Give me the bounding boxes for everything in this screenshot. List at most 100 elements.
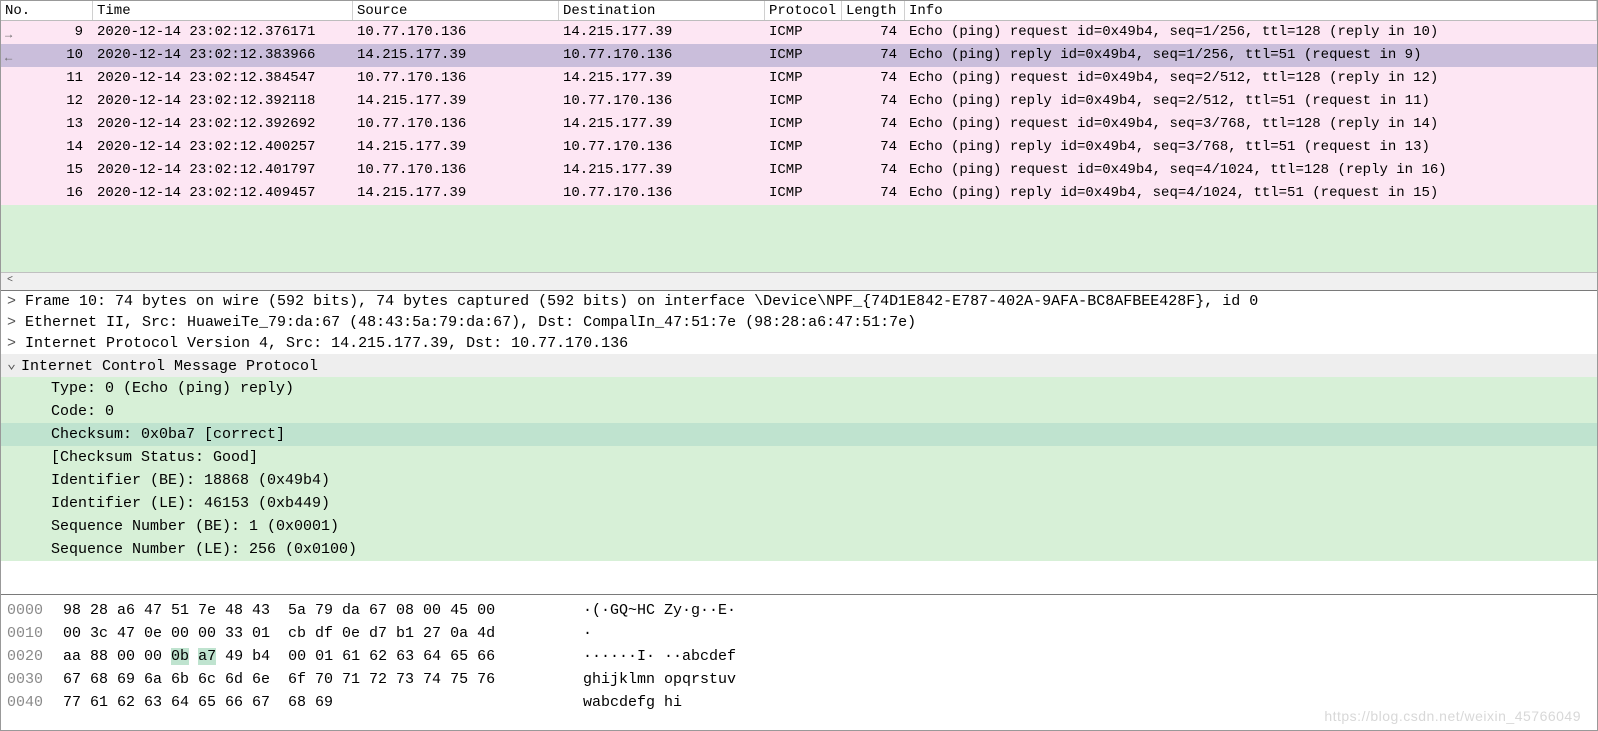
- cell-info: Echo (ping) reply id=0x49b4, seq=3/768, …: [905, 136, 1597, 159]
- cell-src: 10.77.170.136: [353, 159, 559, 182]
- packet-row[interactable]: 142020-12-14 23:02:12.40025714.215.177.3…: [1, 136, 1597, 159]
- cell-dst: 10.77.170.136: [559, 182, 765, 205]
- col-header-dst[interactable]: Destination: [559, 1, 765, 20]
- cell-proto: ICMP: [765, 159, 842, 182]
- tree-frame[interactable]: Frame 10: 74 bytes on wire (592 bits), 7…: [1, 291, 1597, 312]
- cell-info: Echo (ping) request id=0x49b4, seq=2/512…: [905, 67, 1597, 90]
- hex-offset: 0040: [7, 691, 63, 714]
- cell-len: 74: [842, 67, 905, 90]
- cell-src: 10.77.170.136: [353, 113, 559, 136]
- cell-len: 74: [842, 113, 905, 136]
- hex-ascii: ·: [583, 622, 592, 645]
- col-header-info[interactable]: Info: [905, 1, 1597, 20]
- col-header-no[interactable]: No.: [1, 1, 93, 20]
- hex-bytes: aa 88 00 00 0b a7 49 b4 00 01 61 62 63 6…: [63, 645, 583, 668]
- cell-time: 2020-12-14 23:02:12.383966: [93, 44, 353, 67]
- cell-proto: ICMP: [765, 67, 842, 90]
- packet-row[interactable]: 122020-12-14 23:02:12.39211814.215.177.3…: [1, 90, 1597, 113]
- tree-ethernet[interactable]: Ethernet II, Src: HuaweiTe_79:da:67 (48:…: [1, 312, 1597, 333]
- hex-row[interactable]: 003067 68 69 6a 6b 6c 6d 6e 6f 70 71 72 …: [7, 668, 1591, 691]
- tree-field[interactable]: Code: 0: [1, 400, 1597, 423]
- hex-bytes: 67 68 69 6a 6b 6c 6d 6e 6f 70 71 72 73 7…: [63, 668, 583, 691]
- packet-details-pane[interactable]: Frame 10: 74 bytes on wire (592 bits), 7…: [1, 291, 1597, 595]
- cell-src: 10.77.170.136: [353, 67, 559, 90]
- hex-row[interactable]: 0020aa 88 00 00 0b a7 49 b4 00 01 61 62 …: [7, 645, 1591, 668]
- cell-len: 74: [842, 44, 905, 67]
- cell-no: 12: [1, 90, 93, 113]
- wireshark-window: No. Time Source Destination Protocol Len…: [0, 0, 1598, 731]
- hex-ascii: ghijklmn opqrstuv: [583, 668, 736, 691]
- packet-row[interactable]: →92020-12-14 23:02:12.37617110.77.170.13…: [1, 21, 1597, 44]
- cell-len: 74: [842, 136, 905, 159]
- cell-info: Echo (ping) request id=0x49b4, seq=1/256…: [905, 21, 1597, 44]
- cell-len: 74: [842, 159, 905, 182]
- hex-row[interactable]: 004077 61 62 63 64 65 66 67 68 69wabcdef…: [7, 691, 1591, 714]
- cell-proto: ICMP: [765, 136, 842, 159]
- hex-offset: 0030: [7, 668, 63, 691]
- cell-len: 74: [842, 90, 905, 113]
- cell-info: Echo (ping) request id=0x49b4, seq=4/102…: [905, 159, 1597, 182]
- cell-info: Echo (ping) reply id=0x49b4, seq=4/1024,…: [905, 182, 1597, 205]
- cell-no: 14: [1, 136, 93, 159]
- tree-field[interactable]: Sequence Number (LE): 256 (0x0100): [1, 538, 1597, 561]
- tree-field[interactable]: Identifier (BE): 18868 (0x49b4): [1, 469, 1597, 492]
- tree-ip[interactable]: Internet Protocol Version 4, Src: 14.215…: [1, 333, 1597, 354]
- cell-no: 16: [1, 182, 93, 205]
- cell-time: 2020-12-14 23:02:12.384547: [93, 67, 353, 90]
- tree-field[interactable]: [Checksum Status: Good]: [1, 446, 1597, 469]
- packet-bytes-pane[interactable]: 000098 28 a6 47 51 7e 48 43 5a 79 da 67 …: [1, 595, 1597, 730]
- cell-time: 2020-12-14 23:02:12.392118: [93, 90, 353, 113]
- cell-no: 13: [1, 113, 93, 136]
- hex-ascii: ·(·GQ~HC Zy·g··E·: [583, 599, 736, 622]
- hex-bytes: 77 61 62 63 64 65 66 67 68 69: [63, 691, 583, 714]
- packet-row[interactable]: ←102020-12-14 23:02:12.38396614.215.177.…: [1, 44, 1597, 67]
- packet-list-body[interactable]: →92020-12-14 23:02:12.37617110.77.170.13…: [1, 21, 1597, 272]
- packet-row[interactable]: 112020-12-14 23:02:12.38454710.77.170.13…: [1, 67, 1597, 90]
- cell-time: 2020-12-14 23:02:12.376171: [93, 21, 353, 44]
- packet-list-hscroll[interactable]: <: [1, 272, 1597, 290]
- cell-proto: ICMP: [765, 113, 842, 136]
- tree-field[interactable]: Identifier (LE): 46153 (0xb449): [1, 492, 1597, 515]
- cell-no: 10: [1, 44, 93, 67]
- tree-field[interactable]: Sequence Number (BE): 1 (0x0001): [1, 515, 1597, 538]
- tree-icmp[interactable]: Internet Control Message Protocol: [1, 354, 1597, 377]
- col-header-time[interactable]: Time: [93, 1, 353, 20]
- hex-offset: 0010: [7, 622, 63, 645]
- cell-dst: 10.77.170.136: [559, 90, 765, 113]
- cell-dst: 14.215.177.39: [559, 67, 765, 90]
- hex-bytes: 98 28 a6 47 51 7e 48 43 5a 79 da 67 08 0…: [63, 599, 583, 622]
- hex-row[interactable]: 001000 3c 47 0e 00 00 33 01 cb df 0e d7 …: [7, 622, 1591, 645]
- tree-field[interactable]: Checksum: 0x0ba7 [correct]: [1, 423, 1597, 446]
- cell-info: Echo (ping) reply id=0x49b4, seq=1/256, …: [905, 44, 1597, 67]
- cell-src: 14.215.177.39: [353, 44, 559, 67]
- cell-proto: ICMP: [765, 21, 842, 44]
- cell-time: 2020-12-14 23:02:12.392692: [93, 113, 353, 136]
- col-header-len[interactable]: Length: [842, 1, 905, 20]
- cell-dst: 10.77.170.136: [559, 44, 765, 67]
- packet-row[interactable]: 152020-12-14 23:02:12.40179710.77.170.13…: [1, 159, 1597, 182]
- packet-list-pane: No. Time Source Destination Protocol Len…: [1, 1, 1597, 291]
- cell-src: 14.215.177.39: [353, 182, 559, 205]
- cell-time: 2020-12-14 23:02:12.409457: [93, 182, 353, 205]
- hex-offset: 0020: [7, 645, 63, 668]
- cell-src: 10.77.170.136: [353, 21, 559, 44]
- tree-field[interactable]: Type: 0 (Echo (ping) reply): [1, 377, 1597, 400]
- cell-len: 74: [842, 182, 905, 205]
- cell-dst: 10.77.170.136: [559, 136, 765, 159]
- packet-list-header[interactable]: No. Time Source Destination Protocol Len…: [1, 1, 1597, 21]
- scroll-left-icon[interactable]: <: [1, 274, 19, 290]
- hex-row[interactable]: 000098 28 a6 47 51 7e 48 43 5a 79 da 67 …: [7, 599, 1591, 622]
- packet-row[interactable]: 162020-12-14 23:02:12.40945714.215.177.3…: [1, 182, 1597, 205]
- cell-proto: ICMP: [765, 44, 842, 67]
- cell-time: 2020-12-14 23:02:12.400257: [93, 136, 353, 159]
- cell-dst: 14.215.177.39: [559, 21, 765, 44]
- cell-proto: ICMP: [765, 90, 842, 113]
- hex-offset: 0000: [7, 599, 63, 622]
- cell-info: Echo (ping) request id=0x49b4, seq=3/768…: [905, 113, 1597, 136]
- packet-row[interactable]: 132020-12-14 23:02:12.39269210.77.170.13…: [1, 113, 1597, 136]
- cell-src: 14.215.177.39: [353, 136, 559, 159]
- cell-proto: ICMP: [765, 182, 842, 205]
- col-header-proto[interactable]: Protocol: [765, 1, 842, 20]
- cell-dst: 14.215.177.39: [559, 159, 765, 182]
- col-header-src[interactable]: Source: [353, 1, 559, 20]
